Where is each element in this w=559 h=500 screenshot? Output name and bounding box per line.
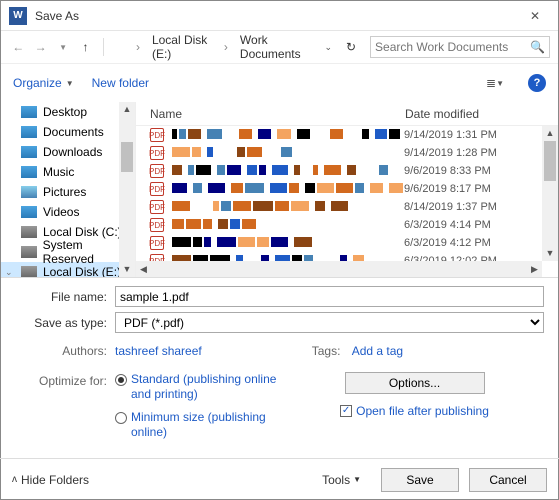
- file-date: 6/3/2019 4:12 PM: [404, 237, 491, 249]
- hide-folders-button[interactable]: ʌHide Folders: [12, 473, 89, 487]
- col-name[interactable]: Name: [150, 107, 405, 121]
- open-after-checkbox[interactable]: ✓: [340, 405, 352, 417]
- sidebar-item-disk-e[interactable]: ⌄Local Disk (E:): [1, 262, 135, 277]
- word-icon: W: [9, 7, 27, 25]
- radio-minimum[interactable]: Minimum size (publishing online): [115, 410, 285, 440]
- disk-icon: [112, 35, 130, 59]
- chevron-up-icon: ʌ: [12, 474, 17, 485]
- organize-button[interactable]: Organize▼: [13, 76, 74, 90]
- pdf-icon: PDF: [150, 146, 164, 160]
- expand-icon[interactable]: ⌄: [5, 267, 13, 278]
- file-date: 8/14/2019 1:37 PM: [404, 201, 497, 213]
- pdf-icon: PDF: [150, 182, 164, 196]
- pdf-icon: PDF: [150, 218, 164, 232]
- authors-label: Authors:: [15, 344, 115, 358]
- search-icon[interactable]: 🔍: [530, 40, 545, 54]
- up-button[interactable]: ↑: [76, 35, 94, 59]
- vertical-scrollbar[interactable]: ▲▼: [542, 126, 558, 261]
- file-date: 9/6/2019 8:33 PM: [404, 165, 491, 177]
- search-box[interactable]: 🔍: [370, 36, 550, 58]
- tags-label: Tags:: [312, 344, 352, 358]
- chevron-icon[interactable]: ›: [222, 40, 230, 54]
- new-folder-button[interactable]: New folder: [92, 76, 149, 90]
- file-name: [172, 201, 404, 213]
- breadcrumb-1[interactable]: Local Disk (E:): [146, 31, 218, 63]
- breadcrumb-2[interactable]: Work Documents: [234, 31, 317, 63]
- help-button[interactable]: ?: [528, 74, 546, 92]
- save-button[interactable]: Save: [381, 468, 459, 492]
- toolbar: Organize▼ New folder ≣ ▼ ?: [1, 64, 558, 102]
- sidebar-scrollbar[interactable]: ▲▼: [119, 102, 135, 277]
- file-row[interactable]: PDF 6/3/2019 4:12 PM: [136, 234, 558, 252]
- chevron-icon[interactable]: ›: [134, 40, 142, 54]
- file-name: [172, 183, 404, 195]
- radio-standard[interactable]: Standard (publishing online and printing…: [115, 372, 285, 402]
- cancel-button[interactable]: Cancel: [469, 468, 547, 492]
- open-after-label[interactable]: Open file after publishing: [356, 404, 489, 418]
- close-button[interactable]: ✕: [520, 1, 550, 31]
- col-date[interactable]: Date modified: [405, 107, 558, 121]
- file-row[interactable]: PDF 9/6/2019 8:33 PM: [136, 162, 558, 180]
- pdf-icon: PDF: [150, 236, 164, 250]
- filename-input[interactable]: [115, 286, 544, 307]
- recent-dropdown[interactable]: ▼: [54, 35, 72, 59]
- authors-value[interactable]: tashreef shareef: [115, 344, 202, 358]
- sidebar: Desktop Documents Downloads Music Pictur…: [1, 102, 136, 277]
- pdf-icon: PDF: [150, 128, 164, 142]
- options-button[interactable]: Options...: [345, 372, 485, 394]
- file-row[interactable]: PDF 9/14/2019 1:28 PM: [136, 144, 558, 162]
- form-area: File name: Save as type: PDF (*.pdf) Aut…: [1, 277, 558, 448]
- file-date: 9/14/2019 1:28 PM: [404, 147, 497, 159]
- optimize-label: Optimize for:: [15, 372, 115, 448]
- file-name: [172, 129, 404, 141]
- pdf-icon: PDF: [150, 200, 164, 214]
- sidebar-item-pictures[interactable]: Pictures: [1, 182, 135, 202]
- file-name: [172, 219, 404, 231]
- sidebar-item-downloads[interactable]: Downloads: [1, 142, 135, 162]
- titlebar: W Save As ✕: [1, 1, 558, 31]
- pdf-icon: PDF: [150, 164, 164, 178]
- view-mode-button[interactable]: ≣ ▼: [480, 72, 510, 94]
- file-row[interactable]: PDF 9/6/2019 8:17 PM: [136, 180, 558, 198]
- refresh-button[interactable]: ↻: [340, 40, 362, 54]
- file-row[interactable]: PDF 8/14/2019 1:37 PM: [136, 198, 558, 216]
- file-date: 9/14/2019 1:31 PM: [404, 129, 497, 141]
- sidebar-item-desktop[interactable]: Desktop: [1, 102, 135, 122]
- column-headers[interactable]: Name Date modified: [136, 102, 558, 126]
- sidebar-item-documents[interactable]: Documents: [1, 122, 135, 142]
- back-button[interactable]: ←: [9, 35, 27, 59]
- file-row[interactable]: PDF 6/3/2019 4:14 PM: [136, 216, 558, 234]
- file-name: [172, 237, 404, 249]
- file-name: [172, 147, 404, 159]
- footer: ʌHide Folders Tools▼ Save Cancel: [0, 458, 559, 500]
- horizontal-scrollbar[interactable]: ◀▶: [136, 261, 542, 277]
- search-input[interactable]: [375, 40, 530, 54]
- file-date: 6/3/2019 4:14 PM: [404, 219, 491, 231]
- window-title: Save As: [35, 9, 79, 23]
- type-select[interactable]: PDF (*.pdf): [115, 312, 544, 333]
- sidebar-item-music[interactable]: Music: [1, 162, 135, 182]
- filename-label: File name:: [15, 290, 115, 304]
- path-dropdown[interactable]: ⌄: [320, 42, 336, 53]
- nav-bar: ← → ▼ ↑ › Local Disk (E:) › Work Documen…: [1, 31, 558, 64]
- sidebar-item-system-reserved[interactable]: System Reserved: [1, 242, 135, 262]
- tools-button[interactable]: Tools▼: [322, 473, 361, 487]
- file-list: Name Date modified PDF9/14/2019 1:31 PMP…: [136, 102, 558, 277]
- type-label: Save as type:: [15, 316, 115, 330]
- tags-value[interactable]: Add a tag: [352, 344, 403, 358]
- forward-button: →: [31, 35, 49, 59]
- file-date: 9/6/2019 8:17 PM: [404, 183, 491, 195]
- file-row[interactable]: PDF 9/14/2019 1:31 PM: [136, 126, 558, 144]
- file-name: [172, 165, 404, 177]
- sidebar-item-videos[interactable]: Videos: [1, 202, 135, 222]
